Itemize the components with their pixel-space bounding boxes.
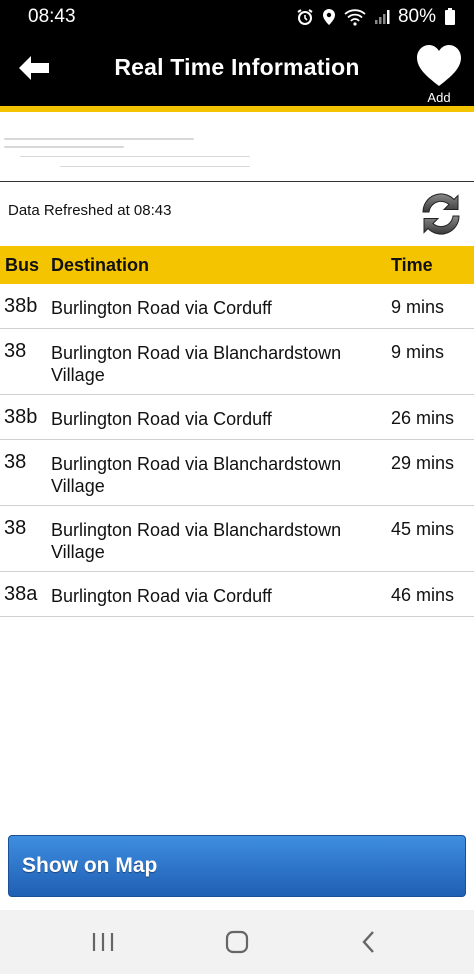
destination: Burlington Road via Corduff xyxy=(51,586,272,606)
bus-number: 38 xyxy=(4,451,27,473)
table-row[interactable]: 38b Burlington Road via Corduff 26 mins xyxy=(0,395,474,440)
obscured-text xyxy=(60,166,250,167)
table-row[interactable]: 38 Burlington Road via Blanchardstown Vi… xyxy=(0,440,474,506)
obscured-text xyxy=(4,146,124,148)
add-favourite-button[interactable]: Add xyxy=(414,44,464,106)
app-bar: Real Time Information Add xyxy=(0,34,474,106)
obscured-text xyxy=(20,156,250,157)
stop-name-area xyxy=(0,112,474,182)
status-icons: 80% xyxy=(296,6,456,28)
location-icon xyxy=(322,8,336,26)
signal-icon xyxy=(374,9,390,25)
refresh-button[interactable] xyxy=(416,188,466,240)
status-bar: 08:43 80% xyxy=(0,0,474,34)
battery-percent: 80% xyxy=(397,6,436,27)
table-row[interactable]: 38 Burlington Road via Blanchardstown Vi… xyxy=(0,506,474,572)
due-time: 9 mins xyxy=(391,297,445,317)
status-time: 08:43 xyxy=(28,6,76,27)
due-time: 29 mins xyxy=(391,453,455,473)
refresh-timestamp: Data Refreshed at 08:43 xyxy=(8,202,172,219)
due-time: 46 mins xyxy=(391,585,455,605)
obscured-text xyxy=(4,138,194,140)
table-header: Bus Destination Time xyxy=(0,246,474,284)
battery-icon xyxy=(444,8,456,26)
home-button[interactable] xyxy=(222,928,252,956)
bus-number: 38b xyxy=(4,295,38,317)
alarm-icon xyxy=(296,8,314,26)
show-on-map-button[interactable]: Show on Map xyxy=(8,835,466,897)
due-time: 45 mins xyxy=(391,519,455,539)
bus-number: 38 xyxy=(4,517,27,539)
add-label: Add xyxy=(427,90,451,105)
table-row[interactable]: 38b Burlington Road via Corduff 9 mins xyxy=(0,284,474,329)
destination: Burlington Road via Blanchardstown Villa… xyxy=(51,343,342,385)
header-destination: Destination xyxy=(51,255,150,275)
nav-back-icon xyxy=(354,931,384,960)
bus-number: 38 xyxy=(4,340,27,362)
system-nav-bar xyxy=(0,910,474,974)
refresh-row: Data Refreshed at 08:43 xyxy=(0,182,474,244)
header-time: Time xyxy=(391,255,433,275)
destination: Burlington Road via Corduff xyxy=(51,298,272,318)
table-row[interactable]: 38a Burlington Road via Corduff 46 mins xyxy=(0,572,474,617)
destination: Burlington Road via Corduff xyxy=(51,409,272,429)
recents-icon xyxy=(88,933,118,960)
destination: Burlington Road via Blanchardstown Villa… xyxy=(51,520,342,562)
table-row[interactable]: 38 Burlington Road via Blanchardstown Vi… xyxy=(0,329,474,395)
system-back-button[interactable] xyxy=(354,928,384,956)
due-time: 9 mins xyxy=(391,342,445,362)
destination: Burlington Road via Blanchardstown Villa… xyxy=(51,454,342,496)
due-time: 26 mins xyxy=(391,408,455,428)
departures-list: 38b Burlington Road via Corduff 9 mins 3… xyxy=(0,284,474,617)
wifi-icon xyxy=(344,8,366,26)
recents-button[interactable] xyxy=(88,928,118,956)
refresh-icon xyxy=(416,193,466,244)
home-icon xyxy=(222,930,252,960)
bus-number: 38b xyxy=(4,406,38,428)
page-title: Real Time Information xyxy=(114,54,360,80)
bus-number: 38a xyxy=(4,583,38,605)
header-bus: Bus xyxy=(5,255,40,275)
